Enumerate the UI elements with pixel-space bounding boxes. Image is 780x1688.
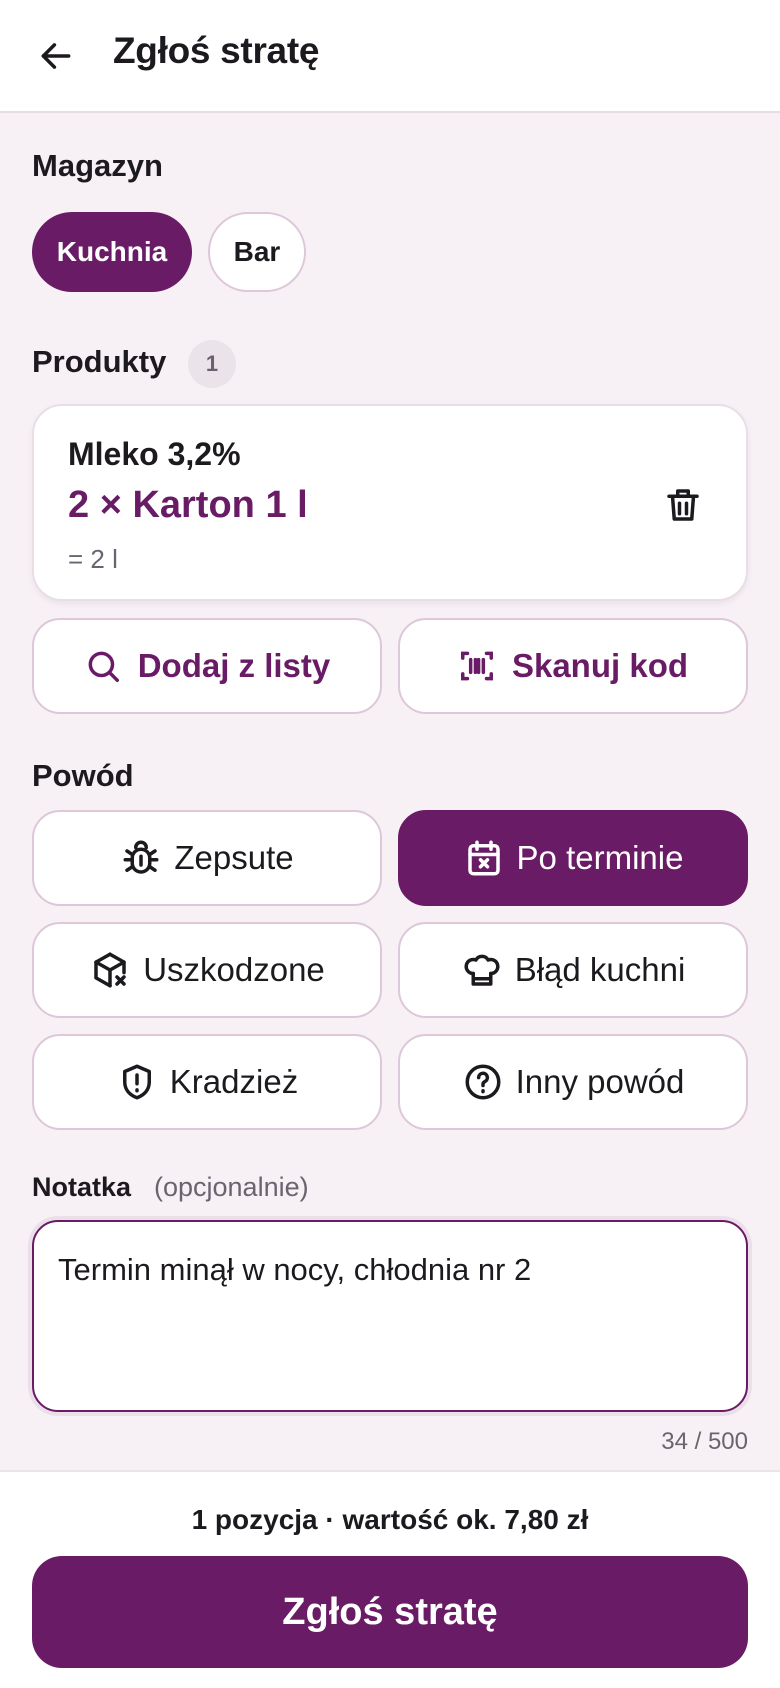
- warehouse-chip-kuchnia[interactable]: Kuchnia: [32, 212, 192, 292]
- reason-uszkodzone[interactable]: Uszkodzone: [32, 922, 382, 1018]
- button-label: Skanuj kod: [511, 647, 689, 684]
- warehouse-chip-bar[interactable]: Bar: [208, 212, 306, 292]
- add-from-list-button[interactable]: Dodaj z listy: [32, 618, 382, 714]
- warehouse-label: Magazyn: [32, 148, 163, 183]
- reason-label-text: Zepsute: [174, 839, 294, 876]
- product-total: = 2 l: [68, 544, 118, 574]
- reason-blad-kuchni[interactable]: Błąd kuchni: [398, 922, 748, 1018]
- question-circle-icon: [465, 1064, 501, 1100]
- note-char-count: 34 / 500: [661, 1428, 748, 1455]
- products-count-badge: 1: [188, 340, 236, 388]
- shield-alert-icon: [122, 1064, 151, 1100]
- chef-hat-icon: [464, 954, 500, 986]
- search-icon: [88, 651, 119, 682]
- reason-kradziez[interactable]: Kradzież: [32, 1034, 382, 1130]
- submit-loss-button[interactable]: Zgłoś stratę: [32, 1556, 748, 1668]
- product-quantity: 2 × Karton 1 l: [68, 484, 308, 526]
- barcode-scan-icon: [460, 651, 493, 681]
- note-optional-hint: (opcjonalnie): [154, 1172, 309, 1202]
- chip-label: Kuchnia: [56, 236, 168, 267]
- bug-icon: [123, 840, 159, 874]
- back-button[interactable]: [28, 24, 84, 88]
- button-label: Dodaj z listy: [137, 647, 331, 684]
- app-header: Zgłoś stratę: [0, 0, 780, 113]
- damaged-box-icon: [94, 952, 126, 988]
- reason-label-text: Kradzież: [169, 1063, 299, 1100]
- reason-zepsute[interactable]: Zepsute: [32, 810, 382, 906]
- page-title: Zgłoś stratę: [113, 30, 320, 71]
- arrow-left-icon: [41, 43, 71, 69]
- product-card: Mleko 3,2% 2 × Karton 1 l = 2 l: [32, 404, 748, 601]
- reason-label-text: Uszkodzone: [143, 951, 325, 988]
- reason-label-text: Po terminie: [516, 839, 684, 876]
- reason-label-text: Błąd kuchni: [514, 951, 686, 988]
- calendar-x-icon: [467, 840, 500, 876]
- reason-label: Powód: [32, 758, 134, 793]
- note-label: Notatka: [32, 1172, 132, 1202]
- reason-label-text: Inny powód: [515, 1063, 685, 1100]
- reason-po-terminie[interactable]: Po terminie: [398, 810, 748, 906]
- delete-product-button[interactable]: [656, 478, 710, 532]
- scan-code-button[interactable]: Skanuj kod: [398, 618, 748, 714]
- products-label: Produkty: [32, 344, 167, 379]
- trash-icon: [667, 489, 699, 521]
- reason-inny-powod[interactable]: Inny powód: [398, 1034, 748, 1130]
- product-name: Mleko 3,2%: [68, 436, 241, 472]
- bottom-bar: 1 pozycja · wartość ok. 7,80 zł Zgłoś st…: [0, 1470, 780, 1688]
- note-textarea[interactable]: Termin minął w nocy, chłodnia nr 2: [32, 1220, 748, 1412]
- submit-label: Zgłoś stratę: [282, 1590, 498, 1633]
- loss-summary: 1 pozycja · wartość ok. 7,80 zł: [191, 1504, 589, 1535]
- chip-label: Bar: [233, 236, 281, 267]
